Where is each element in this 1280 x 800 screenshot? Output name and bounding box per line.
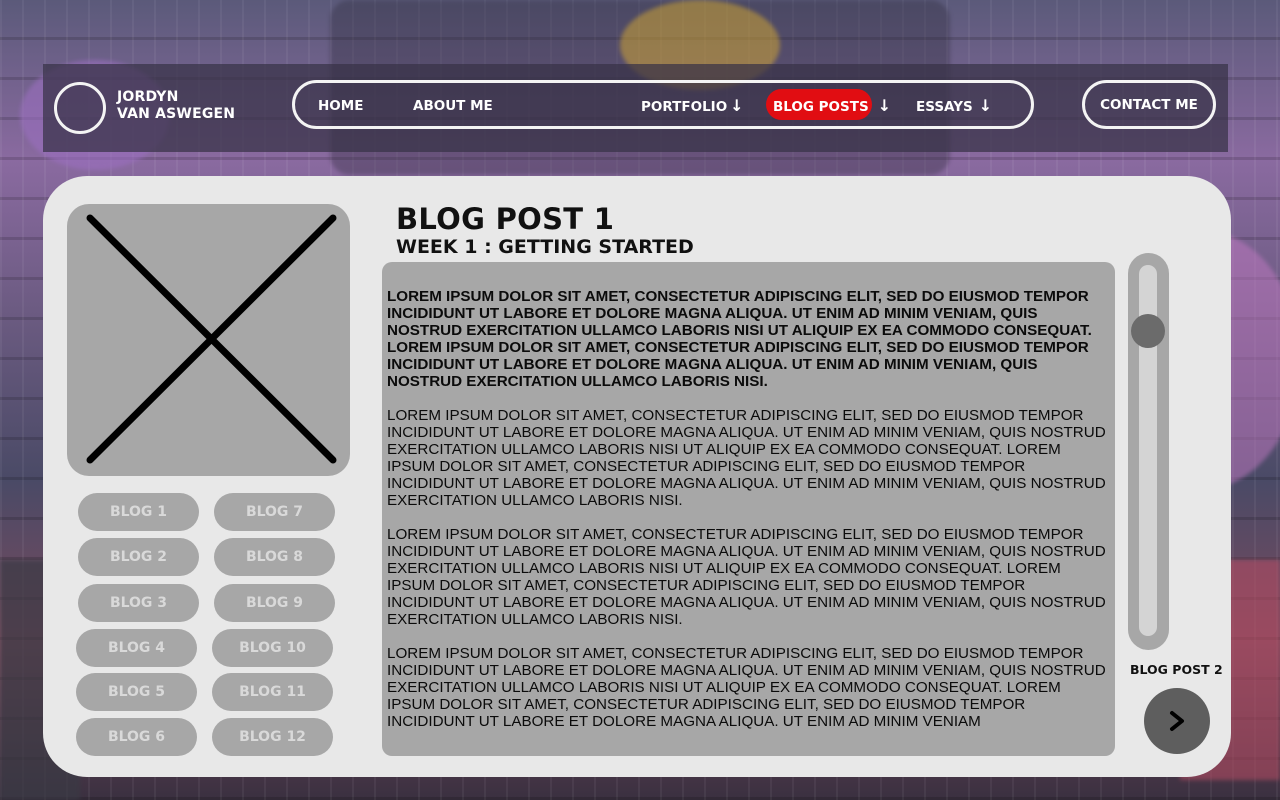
site-brand[interactable]: JORDYN VAN ASWEGEN bbox=[117, 89, 235, 123]
post-paragraph: LOREM IPSUM DOLOR SIT AMET, CONSECTETUR … bbox=[387, 645, 1106, 730]
nav-essays-label: ESSAYS bbox=[916, 99, 973, 115]
blog-button-9[interactable]: BLOG 9 bbox=[214, 584, 335, 622]
arrow-down-icon: ↓ bbox=[730, 96, 744, 115]
brand-last-name: VAN ASWEGEN bbox=[117, 106, 236, 122]
post-paragraph: LOREM IPSUM DOLOR SIT AMET, CONSECTETUR … bbox=[387, 526, 1106, 628]
post-subtitle: WEEK 1 : GETTING STARTED bbox=[396, 236, 694, 258]
blog-button-4[interactable]: BLOG 4 bbox=[76, 629, 197, 667]
nav-essays[interactable]: ESSAYS ↓ bbox=[916, 96, 992, 116]
blog-button-6[interactable]: BLOG 6 bbox=[76, 718, 197, 756]
scrollbar-thumb[interactable] bbox=[1131, 314, 1165, 348]
arrow-down-icon: ↓ bbox=[978, 96, 993, 115]
blog-button-11[interactable]: BLOG 11 bbox=[212, 673, 333, 711]
blog-button-10[interactable]: BLOG 10 bbox=[212, 629, 333, 667]
nav-about[interactable]: ABOUT ME bbox=[413, 96, 493, 116]
next-post-label: BLOG POST 2 bbox=[1130, 662, 1223, 677]
nav-blog-posts[interactable]: BLOG POSTS ↓ bbox=[773, 96, 891, 116]
blog-button-3[interactable]: BLOG 3 bbox=[78, 584, 199, 622]
blog-button-5[interactable]: BLOG 5 bbox=[76, 673, 197, 711]
blog-button-2[interactable]: BLOG 2 bbox=[78, 538, 199, 576]
blog-button-12[interactable]: BLOG 12 bbox=[212, 718, 333, 756]
post-title: BLOG POST 1 bbox=[396, 202, 615, 236]
post-paragraph: LOREM IPSUM DOLOR SIT AMET, CONSECTETUR … bbox=[387, 288, 1092, 390]
arrow-down-icon: ↓ bbox=[877, 96, 892, 115]
blog-image-placeholder bbox=[67, 204, 350, 476]
blog-button-1[interactable]: BLOG 1 bbox=[78, 493, 199, 531]
nav-home-label: HOME bbox=[318, 98, 364, 114]
contact-button[interactable]: CONTACT ME bbox=[1082, 80, 1216, 129]
next-post-button[interactable] bbox=[1144, 688, 1210, 754]
nav-portfolio-label: PORTFOLIO bbox=[641, 99, 728, 115]
x-placeholder-icon bbox=[86, 214, 337, 464]
brand-first-name: JORDYN bbox=[117, 89, 179, 105]
blog-button-7[interactable]: BLOG 7 bbox=[214, 493, 335, 531]
avatar[interactable] bbox=[54, 82, 106, 134]
chevron-right-icon bbox=[1170, 711, 1184, 731]
nav-blog-posts-label: BLOG POSTS bbox=[773, 99, 869, 115]
nav-home[interactable]: HOME bbox=[318, 96, 363, 116]
post-paragraph: LOREM IPSUM DOLOR SIT AMET, CONSECTETUR … bbox=[387, 407, 1106, 509]
blog-button-8[interactable]: BLOG 8 bbox=[214, 538, 335, 576]
nav-about-label: ABOUT ME bbox=[413, 98, 493, 114]
post-content[interactable]: LOREM IPSUM DOLOR SIT AMET, CONSECTETUR … bbox=[382, 262, 1115, 756]
nav-portfolio[interactable]: PORTFOLIO ↓ bbox=[641, 96, 744, 116]
